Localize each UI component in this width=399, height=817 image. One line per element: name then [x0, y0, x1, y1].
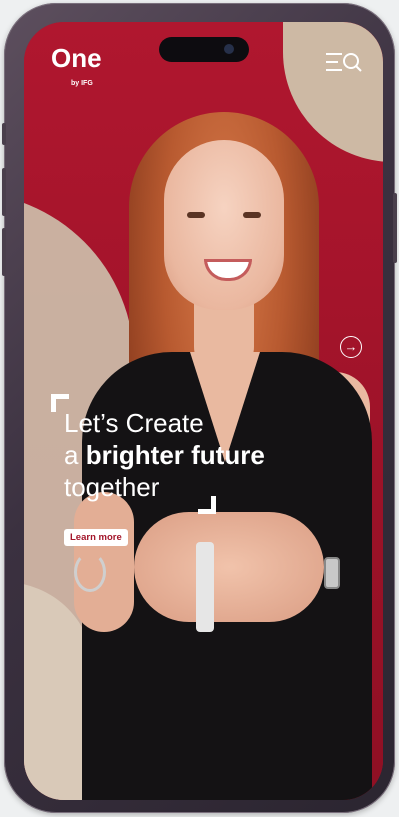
hero-photo-bracelet — [74, 552, 106, 592]
hero-photo-eye — [243, 212, 261, 218]
headline-line-1: Let’s Create — [64, 408, 204, 438]
volume-down-button — [2, 228, 6, 276]
phone-frame: One by IFG → Let’s Create a brighter fut… — [2, 3, 397, 813]
hero-photo-face — [164, 140, 284, 310]
brand-logo[interactable]: One by IFG — [51, 43, 102, 87]
headline-line-2: a brighter future — [64, 439, 344, 471]
dynamic-island — [159, 37, 249, 62]
hero-photo-phone — [196, 542, 214, 632]
hero-photo-hands — [134, 512, 324, 622]
power-button — [393, 193, 397, 263]
menu-search-button[interactable] — [324, 50, 364, 76]
hero-headline: Let’s Create a brighter future together — [64, 407, 344, 503]
front-camera — [224, 44, 234, 54]
logo-subtitle: by IFG — [71, 80, 93, 87]
hero-photo-eye — [187, 212, 205, 218]
menu-search-icon — [326, 53, 362, 72]
phone-screen: One by IFG → Let’s Create a brighter fut… — [24, 22, 383, 800]
logo-wordmark: One — [51, 43, 102, 73]
learn-more-button[interactable]: Learn more — [64, 529, 128, 546]
arrow-right-circle-icon: → — [344, 339, 358, 354]
next-slide-button[interactable]: → — [340, 336, 362, 358]
mute-switch — [2, 123, 6, 145]
headline-line-2-prefix: a — [64, 440, 86, 470]
hero-photo-neck — [194, 302, 254, 372]
corner-bracket-bottom-right — [198, 496, 216, 514]
volume-up-button — [2, 168, 6, 216]
hero-photo-watch — [324, 557, 340, 589]
headline-highlight: brighter future — [85, 440, 265, 470]
